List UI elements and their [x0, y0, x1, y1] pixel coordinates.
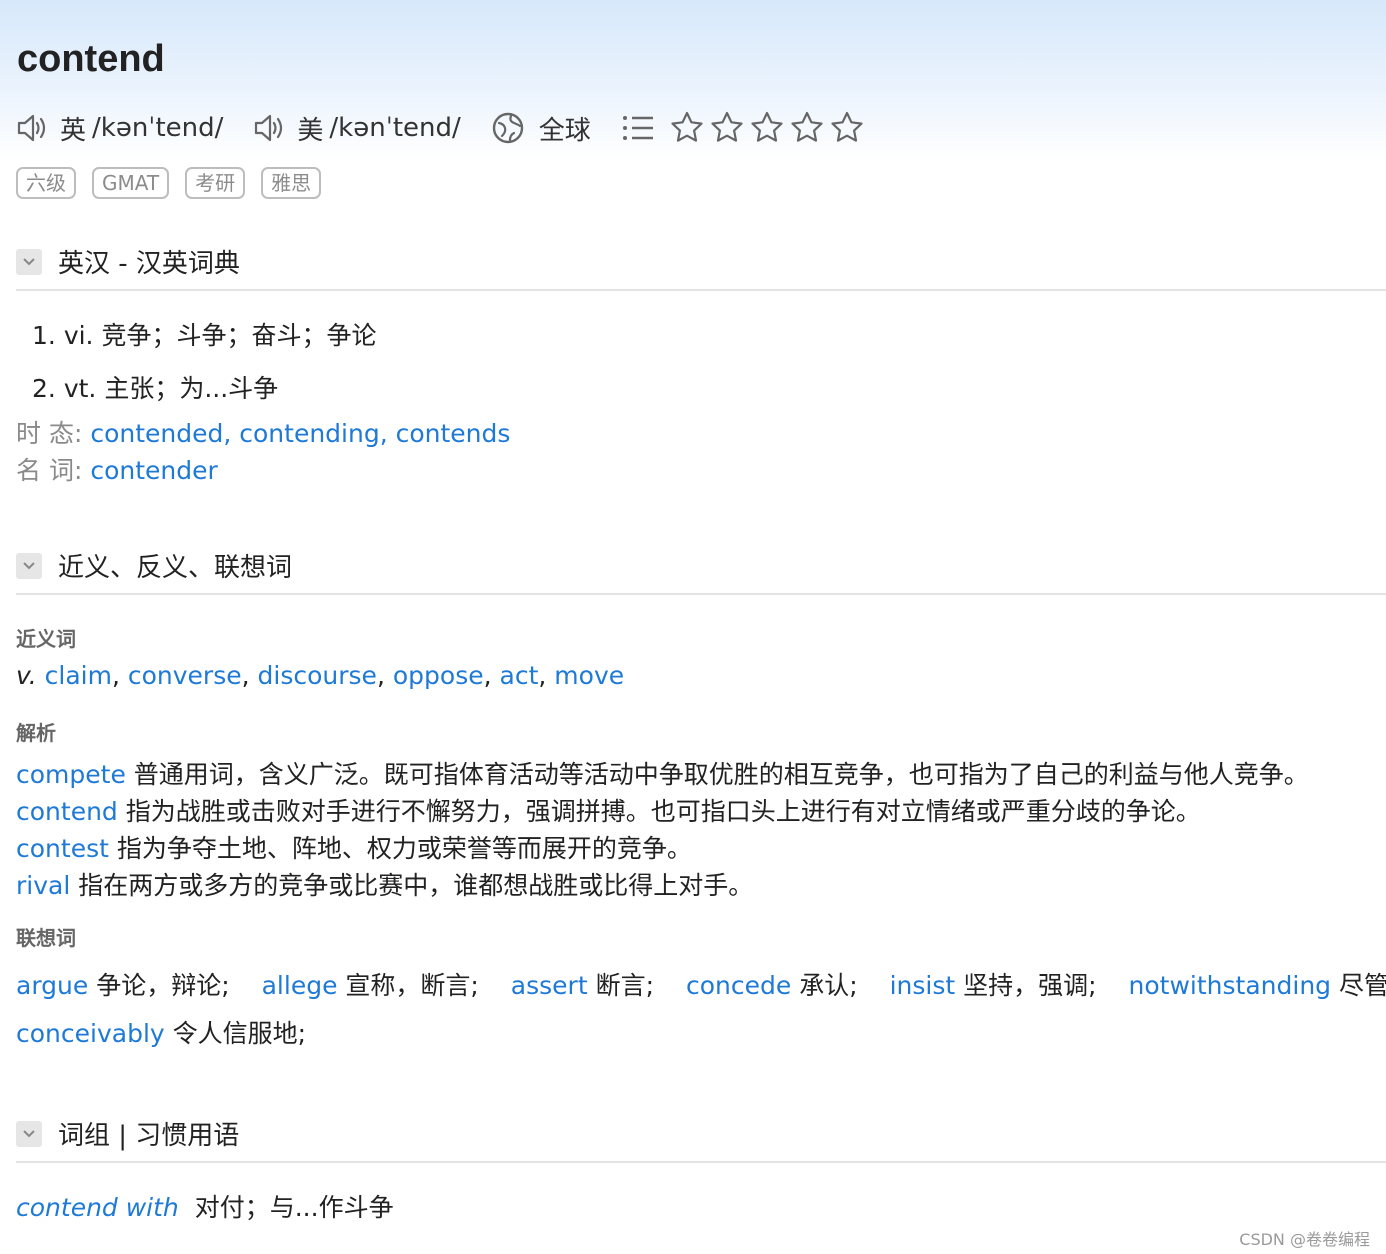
section-title: 英汉 - 汉英词典: [58, 249, 240, 279]
synonyms-line: v. claim, converse, discourse, oppose, a…: [16, 661, 625, 690]
def-meaning: 主张；为...斗争: [104, 374, 279, 403]
associations-label: 联想词: [16, 926, 76, 950]
associations-row: argue 争论，辩论; allege 宣称，断言; assert 断言; co…: [16, 966, 1386, 1002]
exam-tag: 六级: [16, 167, 76, 199]
association-item: conceivably 令人信服地;: [16, 1019, 306, 1048]
chevron-down-icon[interactable]: [16, 1121, 42, 1147]
section-title: 词组 | 习惯用语: [58, 1121, 240, 1151]
synonym-link[interactable]: oppose: [393, 661, 484, 690]
analysis-word-link[interactable]: contend: [16, 797, 118, 826]
synonym-link[interactable]: claim: [45, 661, 112, 690]
exam-tag: 考研: [185, 167, 246, 199]
association-item: insist 坚持，强调;: [890, 971, 1097, 1000]
exam-tag: 雅思: [261, 167, 322, 199]
tense-forms: 时 态: contended, contending, contends: [16, 414, 510, 450]
speaker-icon[interactable]: [16, 113, 50, 143]
section-header-phrases: 词组 | 习惯用语: [16, 1115, 1386, 1163]
phrase-meaning: 对付；与...作斗争: [194, 1193, 394, 1222]
noun-form: 名 词: contender: [16, 451, 218, 487]
exam-tags: 六级 GMAT 考研 雅思: [16, 167, 337, 199]
synonym-link[interactable]: act: [500, 661, 539, 690]
star-icon[interactable]: [669, 110, 705, 146]
global-pronunciation-button[interactable]: 全球: [491, 110, 591, 147]
synonym-link[interactable]: move: [554, 661, 624, 690]
association-meaning: 承认;: [799, 971, 858, 1000]
tense-label: 时 态:: [16, 419, 83, 448]
pronunciation-row: 英 /kənˈtend/ 美 /kənˈtend/ 全球: [16, 108, 869, 148]
list-icon[interactable]: [621, 113, 655, 143]
def-number: 1.: [32, 321, 56, 350]
association-word-link[interactable]: concede: [686, 971, 791, 1000]
analysis-item: contest 指为争夺土地、阵地、权力或荣誉等而展开的竞争。: [16, 829, 692, 865]
synonym-link[interactable]: converse: [128, 661, 242, 690]
association-meaning: 令人信服地;: [172, 1019, 307, 1048]
definition-item: 2. vt. 主张；为...斗争: [32, 369, 278, 405]
association-item: assert 断言;: [511, 971, 654, 1000]
analysis-item: contend 指为战胜或击败对手进行不懈努力，强调拼搏。也可指口头上进行有对立…: [16, 792, 1201, 828]
synonym-link[interactable]: discourse: [258, 661, 377, 690]
section-header-synonyms: 近义、反义、联想词: [16, 547, 1386, 595]
association-word-link[interactable]: assert: [511, 971, 588, 1000]
definition-item: 1. vi. 竞争；斗争；奋斗；争论: [32, 316, 376, 352]
headword: contend: [17, 38, 165, 80]
phrase-item: contend with 对付；与...作斗争: [16, 1188, 394, 1224]
globe-label: 全球: [538, 115, 591, 146]
association-word-link[interactable]: argue: [16, 971, 88, 1000]
association-meaning: 尽管;: [1339, 971, 1386, 1000]
pron-region-us: 美: [297, 115, 324, 146]
phrase-link[interactable]: contend with: [16, 1193, 179, 1222]
pron-ipa-us: /kənˈtend/: [329, 113, 461, 143]
association-item: argue 争论，辩论;: [16, 971, 230, 1000]
section-header-dictionary: 英汉 - 汉英词典: [16, 243, 1386, 291]
pron-region-uk: 英: [60, 115, 87, 146]
synonyms-pos: v.: [16, 661, 37, 690]
star-icon[interactable]: [709, 110, 745, 146]
def-pos: vt.: [63, 374, 97, 403]
analysis-word-link[interactable]: compete: [16, 760, 126, 789]
associations-row: conceivably 令人信服地;: [16, 1014, 330, 1050]
association-meaning: 坚持，强调;: [963, 971, 1097, 1000]
section-title: 近义、反义、联想词: [58, 553, 293, 583]
analysis-label: 解析: [16, 721, 56, 745]
tense-forms-link[interactable]: contended, contending, contends: [90, 419, 510, 448]
noun-label: 名 词:: [16, 456, 83, 485]
analysis-text: 普通用词，含义广泛。既可指体育活动等活动中争取优胜的相互竞争，也可指为了自己的利…: [133, 760, 1309, 789]
analysis-item: compete 普通用词，含义广泛。既可指体育活动等活动中争取优胜的相互竞争，也…: [16, 755, 1309, 791]
def-meaning: 竞争；斗争；奋斗；争论: [101, 321, 377, 350]
watermark: CSDN @卷卷编程: [1239, 1230, 1370, 1249]
association-item: concede 承认;: [686, 971, 858, 1000]
speaker-icon[interactable]: [253, 113, 287, 143]
def-number: 2.: [32, 374, 56, 403]
association-meaning: 断言;: [595, 971, 655, 1000]
association-word-link[interactable]: conceivably: [16, 1019, 165, 1048]
association-word-link[interactable]: insist: [890, 971, 956, 1000]
association-item: allege 宣称，断言;: [262, 971, 479, 1000]
association-meaning: 争论，辩论;: [96, 971, 230, 1000]
analysis-word-link[interactable]: contest: [16, 834, 109, 863]
analysis-text: 指为争夺土地、阵地、权力或荣誉等而展开的竞争。: [116, 834, 692, 863]
analysis-text: 指为战胜或击败对手进行不懈努力，强调拼搏。也可指口头上进行有对立情绪或严重分歧的…: [125, 797, 1201, 826]
globe-icon[interactable]: [491, 111, 525, 145]
association-word-link[interactable]: notwithstanding: [1129, 971, 1332, 1000]
association-word-link[interactable]: allege: [262, 971, 338, 1000]
association-item: notwithstanding 尽管;: [1129, 971, 1386, 1000]
pron-ipa-uk: /kənˈtend/: [92, 113, 224, 143]
pronunciation-us[interactable]: 美 /kənˈtend/: [253, 110, 461, 147]
analysis-item: rival 指在两方或多方的竞争或比赛中，谁都想战胜或比得上对手。: [16, 866, 753, 902]
chevron-down-icon[interactable]: [16, 249, 42, 275]
star-icon[interactable]: [829, 110, 865, 146]
star-icon[interactable]: [749, 110, 785, 146]
synonyms-label: 近义词: [16, 627, 76, 651]
association-meaning: 宣称，断言;: [345, 971, 479, 1000]
chevron-down-icon[interactable]: [16, 553, 42, 579]
def-pos: vi.: [63, 321, 94, 350]
exam-tag: GMAT: [92, 167, 170, 199]
rating-stars[interactable]: [669, 110, 869, 146]
pronunciation-uk[interactable]: 英 /kənˈtend/: [16, 110, 223, 147]
analysis-text: 指在两方或多方的竞争或比赛中，谁都想战胜或比得上对手。: [78, 871, 754, 900]
noun-form-link[interactable]: contender: [90, 456, 217, 485]
analysis-word-link[interactable]: rival: [16, 871, 70, 900]
star-icon[interactable]: [789, 110, 825, 146]
